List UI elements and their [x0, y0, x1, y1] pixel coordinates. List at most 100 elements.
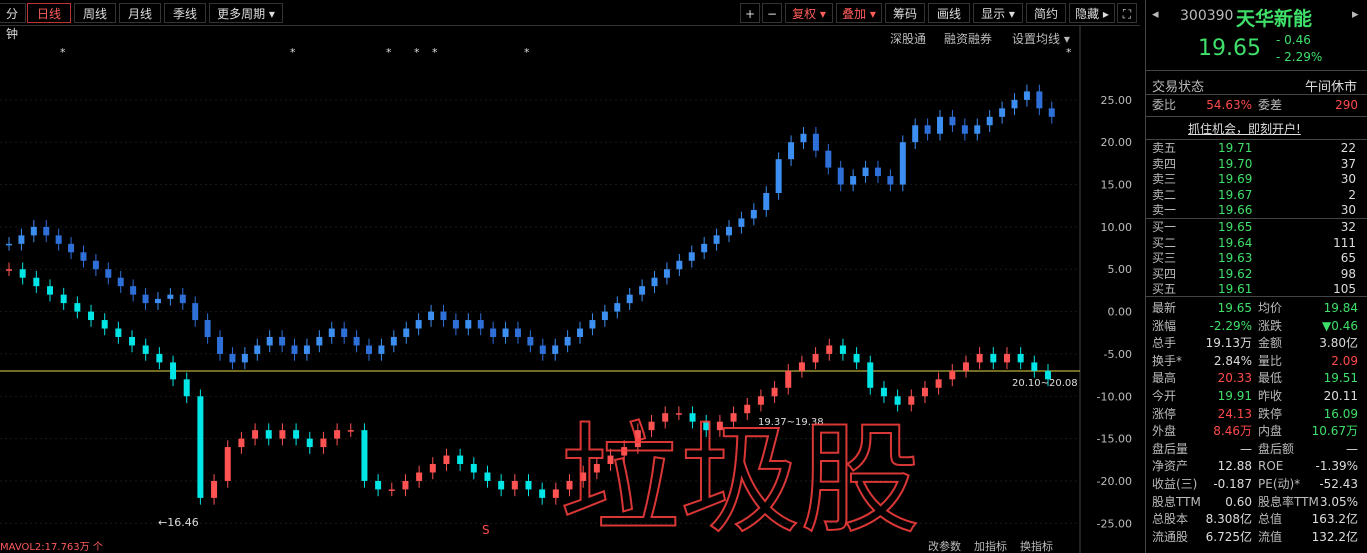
- upper-candle: [800, 133, 807, 143]
- period-周线-button[interactable]: 周线: [74, 3, 116, 23]
- lower-candle: [224, 447, 231, 481]
- trade-status-value: 午间休市: [1304, 80, 1357, 95]
- y-tick-label: -5.00: [1104, 348, 1132, 361]
- stat-value: 19.51: [1323, 371, 1358, 386]
- tool-叠加-button[interactable]: 叠加 ▾: [836, 3, 882, 23]
- upper-candle: [812, 133, 819, 151]
- upper-candle: [986, 116, 993, 126]
- period-月线-button[interactable]: 月线: [119, 3, 161, 23]
- upper-candle: [726, 226, 732, 236]
- stat-row: 流通股 6.725亿 流值 132.2亿: [1146, 528, 1367, 546]
- tool-简约-button[interactable]: 简约: [1026, 3, 1066, 23]
- stat-value: -2.29%: [1209, 318, 1252, 333]
- tool-筹码-button[interactable]: 筹码: [885, 3, 925, 23]
- tool--button[interactable]: +: [740, 3, 760, 23]
- lower-candle: [156, 353, 163, 363]
- lower-candle: [293, 430, 300, 439]
- stat-row: 外盘 8.46万 内盘 10.67万: [1146, 422, 1367, 440]
- stat-value: 132.2亿: [1311, 529, 1358, 544]
- stat-label: 今开: [1152, 389, 1177, 403]
- ask-row: 卖一 19.66 30: [1146, 203, 1367, 218]
- lower-candle: [457, 455, 464, 465]
- stat-value: -1.39%: [1315, 459, 1358, 474]
- ask-volume: 30: [1340, 172, 1356, 187]
- stock-change: - 0.46: [1276, 33, 1311, 47]
- tool--button[interactable]: −: [762, 3, 782, 23]
- upper-candle: [328, 328, 335, 337]
- stat-label: 最新: [1152, 301, 1177, 315]
- stat-value: ▼0.46: [1322, 318, 1358, 333]
- tool-复权-button[interactable]: 复权 ▾: [785, 3, 833, 23]
- bid-price: 19.62: [1218, 266, 1253, 281]
- tool--button[interactable]: ⛶: [1117, 3, 1137, 23]
- lower-candle: [908, 396, 915, 405]
- upper-candle: [676, 260, 683, 270]
- bottom-button: 加指标: [974, 539, 1007, 553]
- stat-label: 总股本: [1152, 512, 1189, 527]
- upper-candle: [204, 320, 211, 337]
- upper-candle: [154, 298, 161, 304]
- period-更多周期-button[interactable]: 更多周期 ▾: [209, 3, 283, 23]
- stat-value: 20.33: [1217, 371, 1252, 386]
- stat-row: 盘后量 — 盘后额 —: [1146, 440, 1367, 458]
- stat-value: 0.60: [1225, 494, 1252, 509]
- upper-candle: [55, 235, 62, 244]
- lower-candle: [320, 438, 327, 448]
- lower-candle: [880, 387, 887, 397]
- upper-candle: [415, 320, 422, 329]
- lower-candle: [416, 472, 423, 481]
- trade-status-label: 交易状态: [1152, 80, 1205, 95]
- period-分钟-button[interactable]: 分钟: [0, 3, 26, 41]
- upper-candle: [117, 277, 124, 287]
- upper-candle: [341, 328, 348, 337]
- lower-candle: [511, 480, 518, 490]
- ask-level: 卖三: [1152, 172, 1177, 187]
- ask-row: 卖三 19.69 30: [1146, 172, 1367, 187]
- lower-candle: [33, 277, 40, 287]
- weibi-label: 委比: [1152, 98, 1177, 112]
- stat-label: 外盘: [1152, 424, 1177, 439]
- upper-candle: [390, 336, 397, 346]
- period-季线-button[interactable]: 季线: [164, 3, 206, 23]
- upper-candle: [1048, 108, 1055, 117]
- nav-next-icon[interactable]: ▸: [1352, 7, 1359, 22]
- nav-prev-icon[interactable]: ◂: [1152, 7, 1159, 22]
- kline-chart[interactable]: 25.00 20.00 15.00 10.00 5.00 0.00 -5.00 -10.00 -…: [0, 26, 1140, 553]
- upper-candle: [552, 345, 559, 354]
- stat-value: 8.46万: [1213, 424, 1252, 439]
- lower-candle: [853, 353, 860, 363]
- bid-volume: 32: [1340, 220, 1356, 234]
- lower-candle: [552, 489, 559, 498]
- lower-candle: [129, 336, 136, 346]
- lower-candle: [60, 294, 67, 304]
- lower-candle: [101, 320, 108, 329]
- tool-画线-button[interactable]: 画线: [928, 3, 970, 23]
- lower-candle: [74, 303, 81, 312]
- ask-volume: 22: [1340, 141, 1356, 155]
- upper-candle: [1036, 91, 1043, 109]
- stat-value: 16.09: [1323, 406, 1358, 421]
- upper-candle: [465, 320, 472, 329]
- upper-candle: [663, 269, 670, 278]
- tool-显示-button[interactable]: 显示 ▾: [973, 3, 1023, 23]
- upper-candle: [688, 252, 695, 261]
- upper-candle: [961, 125, 968, 134]
- bottom-button: 换指标: [1020, 539, 1053, 553]
- lower-candle: [894, 396, 901, 405]
- upper-candle: [179, 294, 186, 304]
- ask-price: 19.67: [1218, 187, 1253, 202]
- weicha-value: 290: [1335, 98, 1358, 112]
- stat-value: —: [1346, 441, 1358, 456]
- stat-row: 最新 19.65 均价 19.84: [1146, 299, 1367, 317]
- weibi-value: 54.63%: [1206, 98, 1252, 112]
- bid-volume: 98: [1340, 266, 1356, 281]
- period-日线-button[interactable]: 日线: [27, 3, 71, 23]
- lower-candle: [949, 370, 956, 380]
- stat-label: 盘后额: [1258, 441, 1295, 456]
- lower-candle: [539, 489, 546, 498]
- lower-candle: [170, 362, 177, 380]
- open-account-link[interactable]: 抓住机会，即刻开户!: [1188, 120, 1301, 137]
- stat-label: 跌停: [1258, 406, 1283, 421]
- upper-candle: [539, 345, 546, 354]
- tool-隐藏-button[interactable]: 隐藏 ▸: [1069, 3, 1115, 23]
